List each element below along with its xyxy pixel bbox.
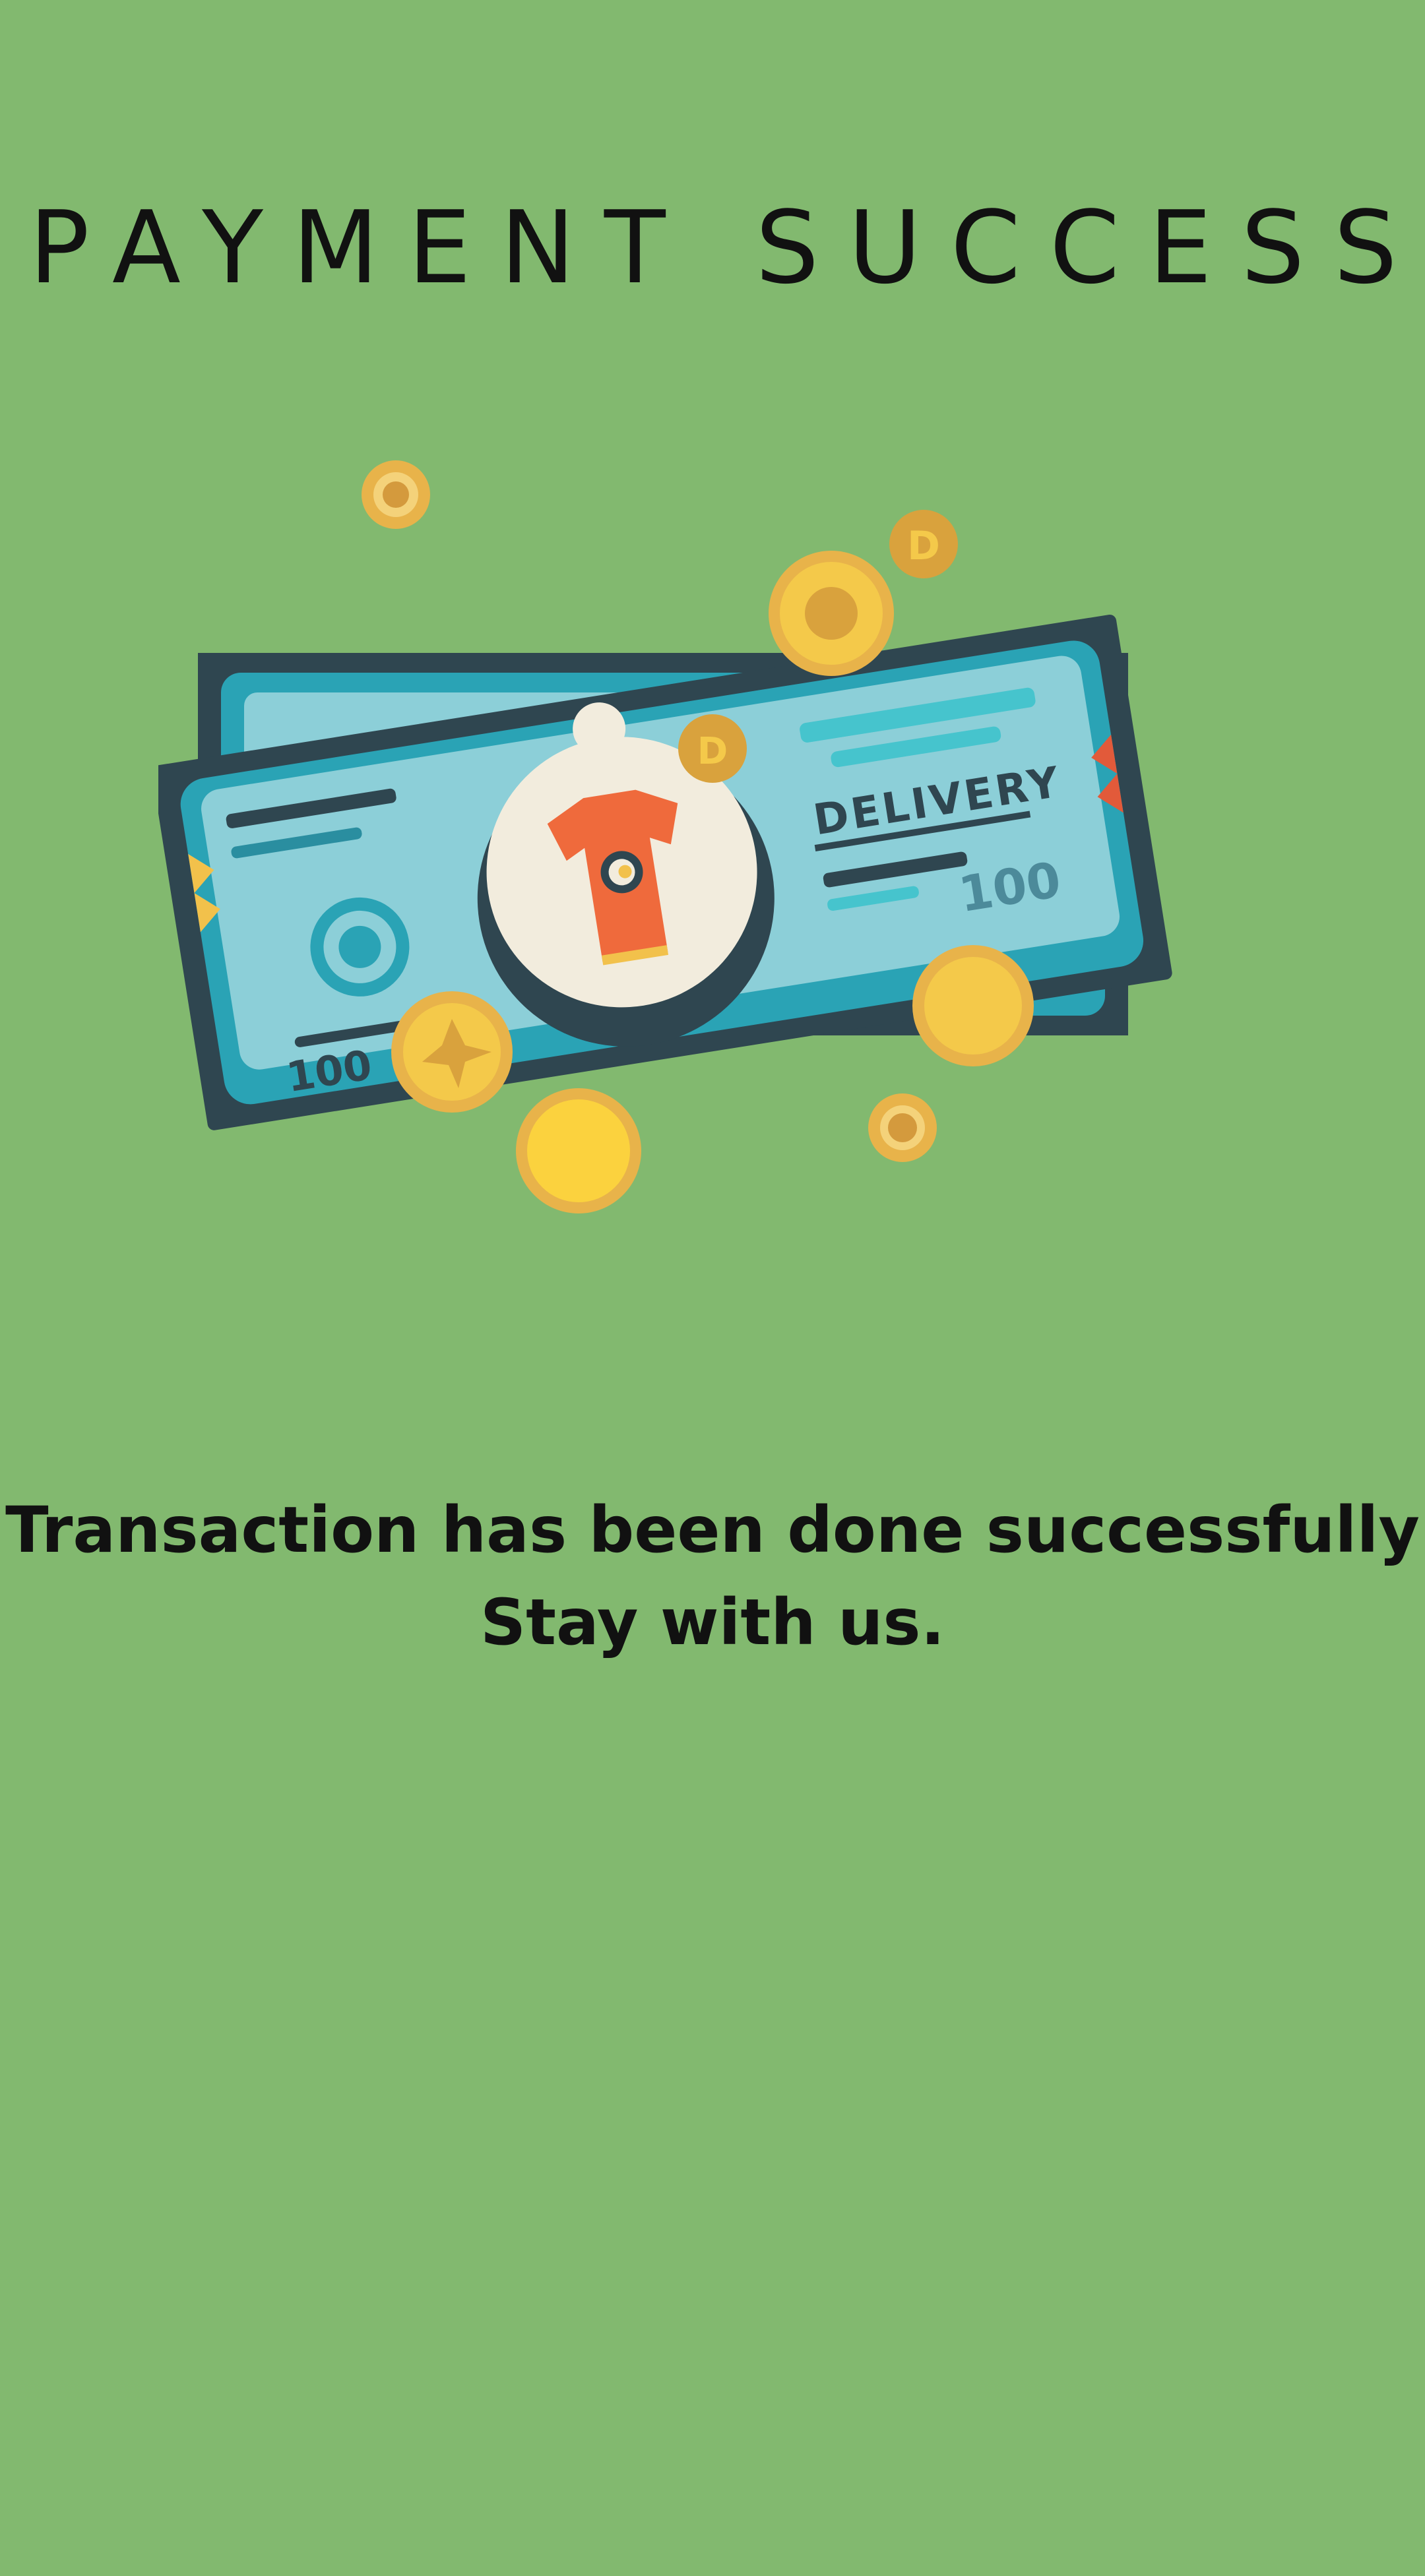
svg-text:D: D (907, 523, 940, 569)
svg-text:D: D (697, 730, 728, 773)
page-title: PAYMENT SUCCESS (29, 189, 1425, 306)
message-line-1: Transaction has been done successfully (5, 1493, 1420, 1567)
payment-illustration: DELIVERY 100 100 D D (158, 460, 1172, 1213)
success-message: Transaction has been done successfully S… (0, 1484, 1425, 1669)
message-line-2: Stay with us. (480, 1585, 945, 1659)
